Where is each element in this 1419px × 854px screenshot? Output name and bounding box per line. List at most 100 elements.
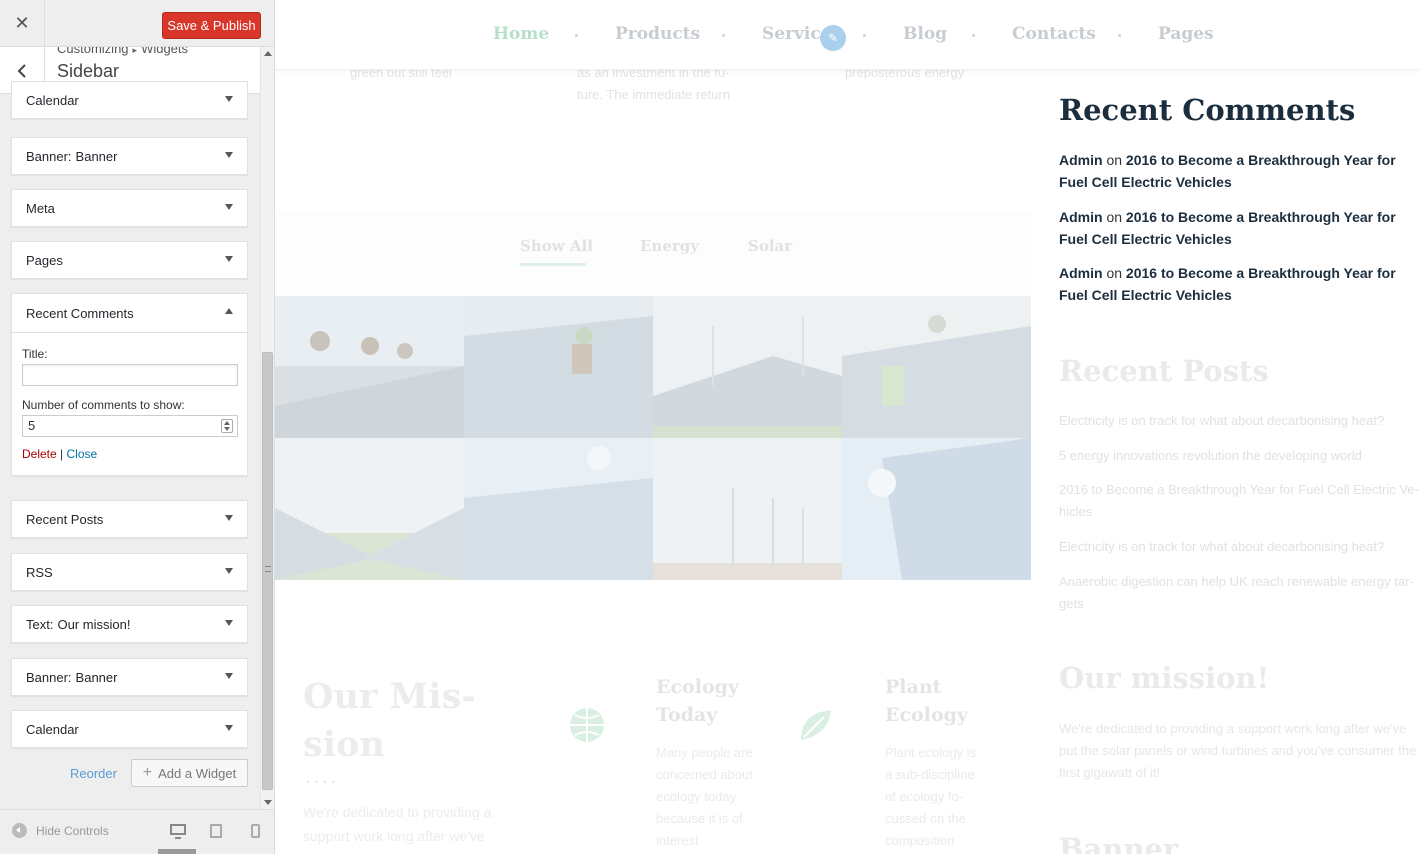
reorder-link[interactable]: Reorder <box>70 766 117 781</box>
plus-icon: + <box>142 764 153 781</box>
portfolio-image-installer[interactable] <box>464 296 653 438</box>
scrollbar-thumb[interactable] <box>262 352 273 790</box>
globe-icon <box>570 708 604 742</box>
comment-author[interactable]: Admin <box>1059 265 1103 281</box>
expand-arrow-icon[interactable] <box>225 256 233 262</box>
scroll-up-arrow-icon[interactable] <box>264 51 272 56</box>
close-link[interactable]: Close <box>67 447 98 461</box>
widget-recent-posts[interactable]: Recent Posts <box>11 500 248 538</box>
comment-item: Admin on 2016 to Become a Breakthrough Y… <box>1059 262 1419 306</box>
post-link[interactable]: 2016 to Become a Breakthrough Year for F… <box>1059 479 1419 523</box>
filter-solar[interactable]: Solar <box>748 237 792 255</box>
portfolio-image-panels-sky[interactable] <box>464 438 653 580</box>
collapse-arrow-icon[interactable] <box>225 308 233 314</box>
add-widget-button[interactable]: + Add a Widget <box>131 759 248 787</box>
widget-calendar-2[interactable]: Calendar <box>11 710 248 748</box>
post-link[interactable]: 5 energy innovations revolution the deve… <box>1059 445 1419 467</box>
ecology-today-title: Ecology Today <box>656 676 739 726</box>
nav-blog[interactable]: Blog <box>903 24 947 44</box>
hide-controls-button[interactable]: Hide Controls <box>12 823 109 838</box>
banner-title: Banner <box>1059 832 1179 854</box>
portfolio-image-technician[interactable] <box>842 296 1031 438</box>
recent-posts-title: Recent Posts <box>1059 354 1269 388</box>
comment-item: Admin on 2016 to Become a Breakthrough Y… <box>1059 149 1419 193</box>
filter-show-all[interactable]: Show All <box>520 237 593 255</box>
active-device-indicator <box>158 849 196 854</box>
ecology-today-text: Many people are concerned about ecology … <box>656 745 753 848</box>
comments-count-stepper[interactable]: 5 <box>22 415 238 437</box>
widget-title: RSS <box>26 564 53 580</box>
widget-subtitle: Banner <box>75 148 118 164</box>
widget-subtitle: Our mission! <box>57 616 131 632</box>
expand-arrow-icon[interactable] <box>225 96 233 102</box>
expand-arrow-icon[interactable] <box>225 620 233 626</box>
widget-title: Banner: <box>26 148 72 164</box>
mission-dots: .... <box>305 764 339 788</box>
nav-home[interactable]: Home <box>493 24 549 44</box>
title-input[interactable] <box>22 364 238 386</box>
widget-actions: Delete | Close <box>22 447 237 461</box>
stepper-arrows-icon[interactable] <box>221 419 233 433</box>
portfolio-image-turbines[interactable] <box>653 296 842 438</box>
comment-on: on <box>1106 152 1123 168</box>
post-link[interactable]: Electricity is on track for what about d… <box>1059 536 1419 558</box>
section-title: Sidebar <box>57 61 120 81</box>
widget-rss[interactable]: RSS <box>11 553 248 591</box>
portfolio-image-panel-closeup[interactable] <box>842 438 1031 580</box>
widget-title: Calendar <box>26 721 79 737</box>
nav-contacts[interactable]: Contacts <box>1012 24 1096 44</box>
scrollbar[interactable] <box>260 47 274 809</box>
mission-title: Our Mis-sion <box>303 676 476 765</box>
customizer-panel: Customizing ▸ Widgets Sidebar ✕ Save & Pub… <box>0 0 275 854</box>
post-link[interactable]: Anaerobic digestion can help UK reach re… <box>1059 571 1419 615</box>
comment-on: on <box>1106 209 1123 225</box>
edit-shortcut-pencil-icon[interactable]: ✎ <box>820 25 846 51</box>
widget-pages[interactable]: Pages <box>11 241 248 279</box>
widget-recent-comments[interactable]: Recent Comments Title: Number of comment… <box>11 293 248 476</box>
site-preview: Home Products Service ✎ Blog Contacts Pa… <box>275 0 1419 854</box>
expand-arrow-icon[interactable] <box>225 725 233 731</box>
portfolio-image-wind-farm[interactable] <box>653 438 842 580</box>
save-publish-button[interactable]: Save & Publish <box>162 12 261 39</box>
widget-meta[interactable]: Meta <box>11 189 248 227</box>
widget-banner[interactable]: Banner: Banner <box>11 137 248 175</box>
portfolio-image-panels-field[interactable] <box>275 438 464 580</box>
widget-title: Meta <box>26 200 55 216</box>
expand-arrow-icon[interactable] <box>225 152 233 158</box>
nav-products[interactable]: Products <box>615 24 700 44</box>
actions-divider: | <box>60 447 64 461</box>
portfolio-image-workers[interactable] <box>275 296 464 438</box>
plant-ecology-title: Plant Ecology <box>885 676 968 726</box>
scroll-down-arrow-icon[interactable] <box>264 800 272 805</box>
comment-author[interactable]: Admin <box>1059 152 1103 168</box>
hide-controls-label: Hide Controls <box>36 823 109 838</box>
title-label: Title: <box>22 347 48 361</box>
widget-title: Recent Comments <box>26 305 134 321</box>
active-filter-underline <box>520 263 586 266</box>
nav-separator <box>722 34 725 37</box>
expand-arrow-icon[interactable] <box>225 568 233 574</box>
expand-arrow-icon[interactable] <box>225 204 233 210</box>
collapse-icon <box>12 823 27 838</box>
close-customizer-button[interactable]: ✕ <box>0 0 45 47</box>
nav-separator <box>972 34 975 37</box>
widget-title: Calendar <box>26 92 79 108</box>
expand-arrow-icon[interactable] <box>225 673 233 679</box>
widget-text-mission[interactable]: Text: Our mission! <box>11 605 248 643</box>
desktop-preview-icon[interactable] <box>170 824 186 839</box>
delete-link[interactable]: Delete <box>22 447 57 461</box>
tablet-preview-icon[interactable] <box>210 824 222 838</box>
post-link[interactable]: Electricity is on track for what about d… <box>1059 410 1419 432</box>
text-line: ture. The immediate return <box>577 87 730 102</box>
widget-title: Pages <box>26 252 63 268</box>
widget-calendar[interactable]: Calendar <box>11 81 248 119</box>
filter-energy[interactable]: Energy <box>640 237 699 255</box>
nav-pages[interactable]: Pages <box>1158 24 1214 44</box>
expand-arrow-icon[interactable] <box>225 515 233 521</box>
mobile-preview-icon[interactable] <box>251 824 260 838</box>
comment-author[interactable]: Admin <box>1059 209 1103 225</box>
widget-banner-2[interactable]: Banner: Banner <box>11 658 248 696</box>
customizer-footer: Hide Controls <box>0 809 274 854</box>
close-icon: ✕ <box>14 13 30 34</box>
plant-ecology-text: Plant ecology is a sub-discipline of eco… <box>885 745 977 848</box>
